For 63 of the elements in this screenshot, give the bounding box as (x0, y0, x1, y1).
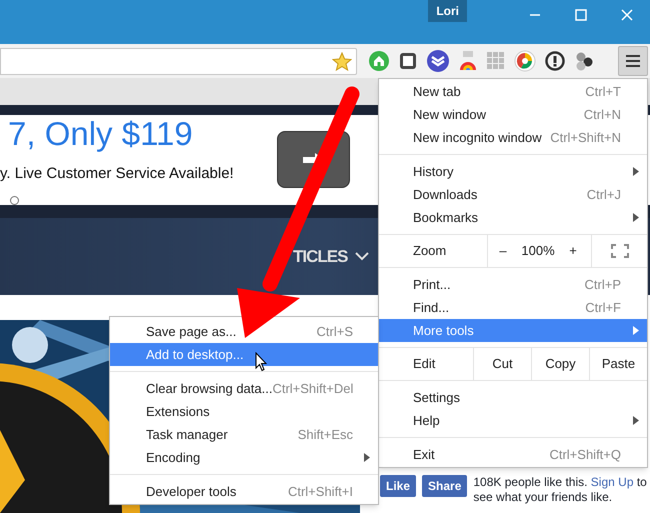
chevron-down-icon[interactable] (355, 252, 370, 261)
menu-icon (626, 55, 640, 67)
shortcut-text: Ctrl+S (316, 322, 353, 341)
edit-action-button[interactable]: Cut (473, 348, 531, 380)
menu-item[interactable]: Help (379, 409, 647, 432)
menu-button[interactable] (618, 46, 648, 76)
menu-item[interactable]: New window Ctrl+N (379, 103, 647, 126)
shortcut-text: Ctrl+P (584, 276, 621, 294)
cursor-icon (255, 352, 267, 372)
menu-item[interactable]: Save page as... Ctrl+S (110, 320, 378, 343)
menu-item[interactable]: Exit Ctrl+Shift+Q (379, 443, 647, 466)
menu-item[interactable]: Extensions (110, 400, 378, 423)
submenu-arrow-icon (633, 213, 639, 222)
color-wheel-icon[interactable] (514, 50, 536, 72)
sign-up-link[interactable]: Sign Up (590, 475, 634, 489)
submenu-arrow-icon (364, 453, 370, 462)
like-button[interactable]: Like (380, 475, 416, 497)
zoom-in-button[interactable]: + (558, 241, 588, 261)
shortcut-text: Ctrl+Shift+Del (272, 380, 354, 398)
edit-action-button[interactable]: Copy (531, 348, 589, 380)
menu-item[interactable]: Bookmarks (379, 206, 647, 229)
submenu-arrow-icon (633, 416, 639, 425)
menu-item[interactable]: Developer tools Ctrl+Shift+I (110, 480, 378, 503)
menu-label: Edit (412, 355, 436, 374)
menu-item[interactable]: Settings (379, 386, 647, 409)
profile-badge[interactable]: Lori (428, 0, 467, 22)
menu-item[interactable]: Downloads Ctrl+J (379, 183, 647, 206)
shortcut-text: Ctrl+F (585, 298, 621, 317)
menu-item[interactable]: Find... Ctrl+F (379, 296, 647, 319)
chevron-badge-icon[interactable] (427, 50, 449, 72)
menu-item[interactable]: Print... Ctrl+P (379, 273, 647, 296)
menu-label: Zoom (412, 242, 448, 260)
shortcut-text: Ctrl+J (586, 186, 621, 204)
submenu-arrow-icon (633, 326, 639, 335)
nav-link[interactable]: TICLES (293, 244, 348, 270)
zoom-out-button[interactable]: – (488, 241, 518, 261)
star-icon[interactable] (332, 52, 352, 70)
social-text: 108K people like this. Sign Up to see what your friends like. (473, 475, 648, 505)
menu-item[interactable]: Add to desktop... (110, 343, 378, 366)
shortcut-text: Ctrl+N (584, 106, 621, 124)
exclamation-icon[interactable] (545, 51, 565, 71)
menu-item[interactable]: Task manager Shift+Esc (110, 423, 378, 446)
share-button[interactable]: Share (422, 475, 468, 497)
house-icon[interactable] (369, 51, 389, 71)
ad-text: y. Live Customer Service Available! (0, 164, 235, 184)
menu-item[interactable]: History (379, 160, 647, 183)
menu-item[interactable]: Encoding (110, 446, 378, 469)
spheres-icon[interactable] (574, 51, 594, 71)
bucket-icon[interactable] (458, 50, 478, 72)
menu-item[interactable]: More tools (379, 319, 647, 342)
menu-item[interactable]: Clear browsing data...Ctrl+Shift+Del (110, 377, 378, 400)
edit-action-button[interactable]: Paste (589, 348, 647, 380)
submenu-arrow-icon (633, 167, 639, 176)
menu-item[interactable]: New incognito window Ctrl+Shift+N (379, 126, 647, 149)
shortcut-text: Ctrl+T (585, 82, 621, 101)
shortcut-text: Ctrl+Shift+I (288, 482, 353, 501)
fullscreen-icon[interactable] (610, 244, 628, 258)
zoom-value: 100% (520, 242, 556, 260)
square-icon[interactable] (398, 51, 418, 71)
shortcut-text: Shift+Esc (298, 426, 353, 444)
shortcut-text: Ctrl+Shift+Q (549, 446, 621, 464)
shortcut-text: Ctrl+Shift+N (550, 128, 621, 147)
headline: 7, Only $119 (8, 114, 194, 154)
